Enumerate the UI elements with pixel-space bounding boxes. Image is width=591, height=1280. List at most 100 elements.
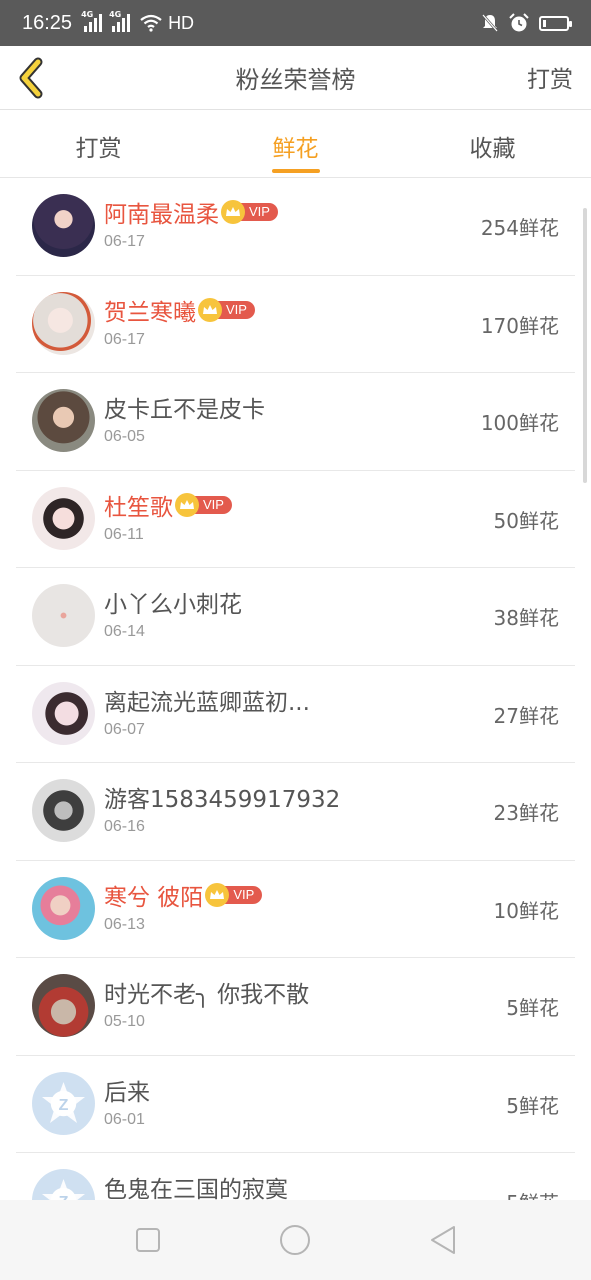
fan-name: 寒兮 彼陌: [104, 884, 204, 911]
name-line: 贺兰寒曦 VIP: [104, 293, 255, 327]
vip-badge: VIP: [198, 297, 255, 322]
fan-name: 皮卡丘不是皮卡: [104, 397, 265, 423]
fan-name: 游客1583459917932: [104, 787, 341, 813]
name-line: 后来: [104, 1073, 150, 1107]
tab-label: 打赏: [75, 136, 122, 162]
tab-flowers[interactable]: 鲜花: [197, 111, 394, 177]
vip-badge: VIP: [205, 882, 263, 907]
flower-count: 254鲜花: [480, 216, 559, 240]
battery-icon: [539, 15, 572, 31]
fan-date: 06-11: [104, 525, 144, 543]
tab-label: 收藏: [469, 136, 516, 162]
tab-label: 鲜花: [272, 136, 319, 162]
flower-count: 38鲜花: [493, 606, 559, 630]
status-bar: 16:25 4G 4G HD: [0, 0, 591, 46]
fan-name: 小丫么小刺花: [104, 592, 242, 618]
wifi-icon: [140, 14, 162, 32]
active-tab-indicator: [271, 169, 320, 173]
fan-date: 06-13: [104, 915, 145, 933]
mute-icon: [482, 14, 498, 32]
fan-name: 阿南最温柔: [104, 202, 219, 228]
fan-row[interactable]: Z 色鬼在三国的寂寞 5鲜花: [16, 1153, 575, 1200]
fan-row[interactable]: 游客1583459917932 06-16 23鲜花: [16, 763, 575, 861]
avatar[interactable]: [32, 194, 95, 257]
flower-count: 5鲜花: [506, 1187, 559, 1200]
fan-name: 杜笙歌: [104, 494, 173, 521]
flower-count: 100鲜花: [480, 411, 559, 435]
fan-date: 06-14: [104, 623, 145, 640]
name-line: 离起流光蓝卿蓝初...: [104, 683, 310, 717]
fan-date: 06-17: [104, 330, 145, 348]
fan-row[interactable]: Z 后来 06-01 5鲜花: [16, 1056, 575, 1153]
fan-row[interactable]: 阿南最温柔 VIP 06-17 254鲜花: [16, 178, 575, 276]
crown-icon: [175, 492, 199, 517]
tab-favorites[interactable]: 收藏: [394, 111, 591, 177]
home-icon[interactable]: [279, 1224, 311, 1256]
flower-count: 5鲜花: [506, 1093, 559, 1118]
avatar[interactable]: [32, 974, 95, 1037]
fan-name: 贺兰寒曦: [104, 299, 196, 326]
name-line: 时光不老╮ 你我不散: [104, 975, 309, 1009]
vip-badge: VIP: [221, 200, 278, 224]
crown-icon: [205, 882, 230, 907]
vip-label: VIP: [223, 885, 263, 904]
reward-button[interactable]: 打赏: [527, 60, 573, 94]
avatar[interactable]: [32, 486, 95, 550]
fan-date: 06-16: [104, 818, 145, 835]
fan-row[interactable]: 杜笙歌 VIP 06-11 50鲜花: [16, 471, 575, 568]
fan-name: 后来: [104, 1079, 150, 1106]
fan-date: 06-05: [104, 428, 145, 445]
fan-name: 离起流光蓝卿蓝初...: [104, 689, 310, 716]
back-icon[interactable]: [429, 1225, 457, 1255]
fan-date: 05-10: [104, 1013, 145, 1030]
flower-count: 170鲜花: [480, 313, 559, 338]
recent-apps-icon[interactable]: [135, 1227, 161, 1253]
tab-bar: 打赏 鲜花 收藏: [0, 111, 591, 178]
fan-row[interactable]: 时光不老╮ 你我不散 05-10 5鲜花: [16, 958, 575, 1056]
name-line: 游客1583459917932: [104, 780, 340, 814]
fan-ranking-list[interactable]: 阿南最温柔 VIP 06-17 254鲜花 贺兰寒曦 VIP 06-17 170鲜花 皮卡丘不是…: [0, 178, 591, 1200]
system-nav-bar: [0, 1200, 591, 1280]
app-header: 粉丝荣誉榜 打赏: [0, 46, 591, 110]
avatar[interactable]: [32, 779, 95, 842]
name-line: 阿南最温柔 VIP: [104, 195, 278, 229]
crown-icon: [221, 200, 245, 224]
page-title: 粉丝荣誉榜: [235, 66, 356, 94]
fan-row[interactable]: 离起流光蓝卿蓝初... 06-07 27鲜花: [16, 666, 575, 763]
alarm-icon: [509, 13, 529, 32]
avatar[interactable]: [32, 681, 95, 745]
flower-count: 23鲜花: [493, 801, 559, 825]
avatar[interactable]: [32, 584, 95, 647]
hd-indicator: HD: [168, 12, 195, 33]
name-line: 小丫么小刺花: [104, 585, 242, 619]
fan-date: 06-17: [104, 233, 145, 250]
vip-badge: VIP: [175, 492, 232, 517]
tab-reward[interactable]: 打赏: [0, 111, 197, 177]
name-line: 色鬼在三国的寂寞: [104, 1170, 288, 1200]
signal-icon: 4G: [109, 10, 131, 32]
avatar[interactable]: [32, 876, 95, 940]
fan-row[interactable]: 寒兮 彼陌 VIP 06-13 10鲜花: [16, 861, 575, 958]
avatar[interactable]: [32, 291, 95, 355]
crown-icon: [198, 297, 222, 322]
flower-count: 50鲜花: [493, 508, 559, 533]
fan-date: 06-01: [104, 1110, 145, 1128]
avatar[interactable]: Z: [32, 1071, 95, 1135]
fan-row[interactable]: 小丫么小刺花 06-14 38鲜花: [16, 568, 575, 666]
fan-name: 色鬼在三国的寂寞: [104, 1177, 288, 1200]
name-line: 寒兮 彼陌 VIP: [104, 878, 263, 912]
flower-count: 10鲜花: [493, 898, 559, 923]
name-line: 皮卡丘不是皮卡: [104, 390, 265, 424]
avatar[interactable]: [32, 389, 95, 452]
fan-row[interactable]: 贺兰寒曦 VIP 06-17 170鲜花: [16, 276, 575, 373]
flower-count: 27鲜花: [493, 703, 559, 728]
status-time: 16:25: [22, 11, 73, 34]
avatar[interactable]: Z: [32, 1169, 95, 1200]
fan-row[interactable]: 皮卡丘不是皮卡 06-05 100鲜花: [16, 373, 575, 471]
svg-text:Z: Z: [59, 1097, 69, 1114]
scrollbar[interactable]: [583, 208, 587, 483]
flower-count: 5鲜花: [506, 996, 559, 1020]
name-line: 杜笙歌 VIP: [104, 488, 232, 522]
fan-name: 时光不老╮ 你我不散: [104, 982, 310, 1008]
signal-icon: 4G: [81, 10, 103, 32]
